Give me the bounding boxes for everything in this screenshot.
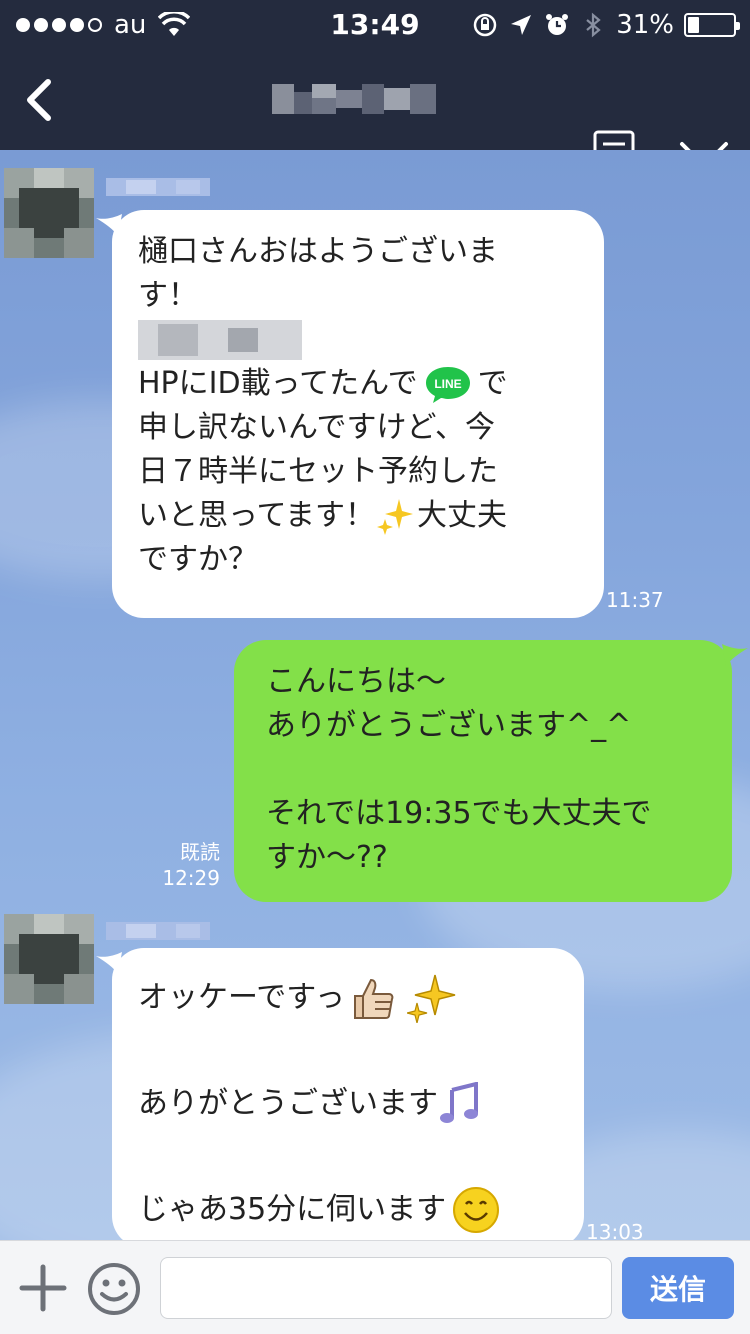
line-logo-icon: LINE [425,367,470,403]
message-text: じゃあ35分に伺います [138,1192,447,1227]
message-input-bar: 送信 [0,1240,750,1334]
message-text: で [477,366,508,401]
chat-title-redacted [272,84,436,114]
read-receipt: 既読 [180,840,220,864]
avatar[interactable] [4,168,94,258]
sparkles-icon [377,499,413,535]
message-text: こんにちは〜 [266,664,446,699]
emoji-button[interactable] [86,1261,142,1317]
message-text: ありがとうございます [138,1086,438,1121]
message-bubble-received[interactable]: 樋口さんおはようございま す！ HPにID載ってたんで LINE で 申し訳ない… [112,210,604,618]
rotation-lock-icon [473,13,497,37]
message-bubble-sent[interactable]: こんにちは〜 ありがとうございます^_^ それでは19:35でも大丈夫で すか〜… [234,640,732,902]
bluetooth-icon [586,12,601,38]
message-text-line: オッケーですっ [138,968,558,1028]
svg-text:LINE: LINE [434,377,461,391]
message-text: ですか？ [138,542,258,577]
message-text-line: ありがとうございます [138,1074,558,1134]
message-text: すか〜?? [266,840,388,875]
music-note-icon [440,1082,478,1123]
message-text: 申し訳ないんですけど、今 [138,410,495,445]
bubble-tail [96,214,122,236]
message-text: HPにID載ってたんで [138,366,418,401]
message-time: 11:37 [606,588,664,612]
sender-name-redacted [106,178,210,196]
location-icon [511,15,532,35]
back-button[interactable] [14,72,70,128]
message-text: オッケーですっ [138,980,345,1015]
message-text: ありがとうございます^_^ [266,708,632,743]
message-time: 12:29 [162,866,220,890]
message-text-line: HPにID載ってたんで LINE で [138,362,578,406]
status-bar: au 13:49 31% [0,0,750,50]
alarm-icon [546,14,569,35]
message-bubble-received[interactable]: オッケーですっ ありがとうございます じゃあ35分に伺います [112,948,584,1248]
message-text: いと思ってます！ [138,498,375,533]
message-input[interactable] [160,1257,612,1319]
message-text: それでは19:35でも大丈夫で [266,796,652,831]
battery-percent: 31% [616,10,674,40]
sparkles-icon [407,974,456,1023]
message-text-line: いと思ってます！ 大丈夫 [138,494,578,538]
message-text: 日７時半にセット予約した [138,454,498,489]
bubble-tail [722,644,748,666]
thumbs-up-icon [354,978,394,1019]
avatar[interactable] [4,914,94,1004]
bubble-tail [96,952,122,974]
message-text-line: じゃあ35分に伺います [138,1180,558,1240]
send-button[interactable]: 送信 [622,1257,734,1319]
battery-icon [684,13,740,37]
plus-button[interactable] [18,1263,68,1313]
message-text: 大丈夫 [417,498,507,533]
smile-icon [453,1187,500,1233]
sender-name-redacted [106,922,210,940]
message-text: 樋口さんおはようございま [138,234,498,269]
message-text: す！ [138,278,198,313]
message-text-redacted [138,318,578,362]
